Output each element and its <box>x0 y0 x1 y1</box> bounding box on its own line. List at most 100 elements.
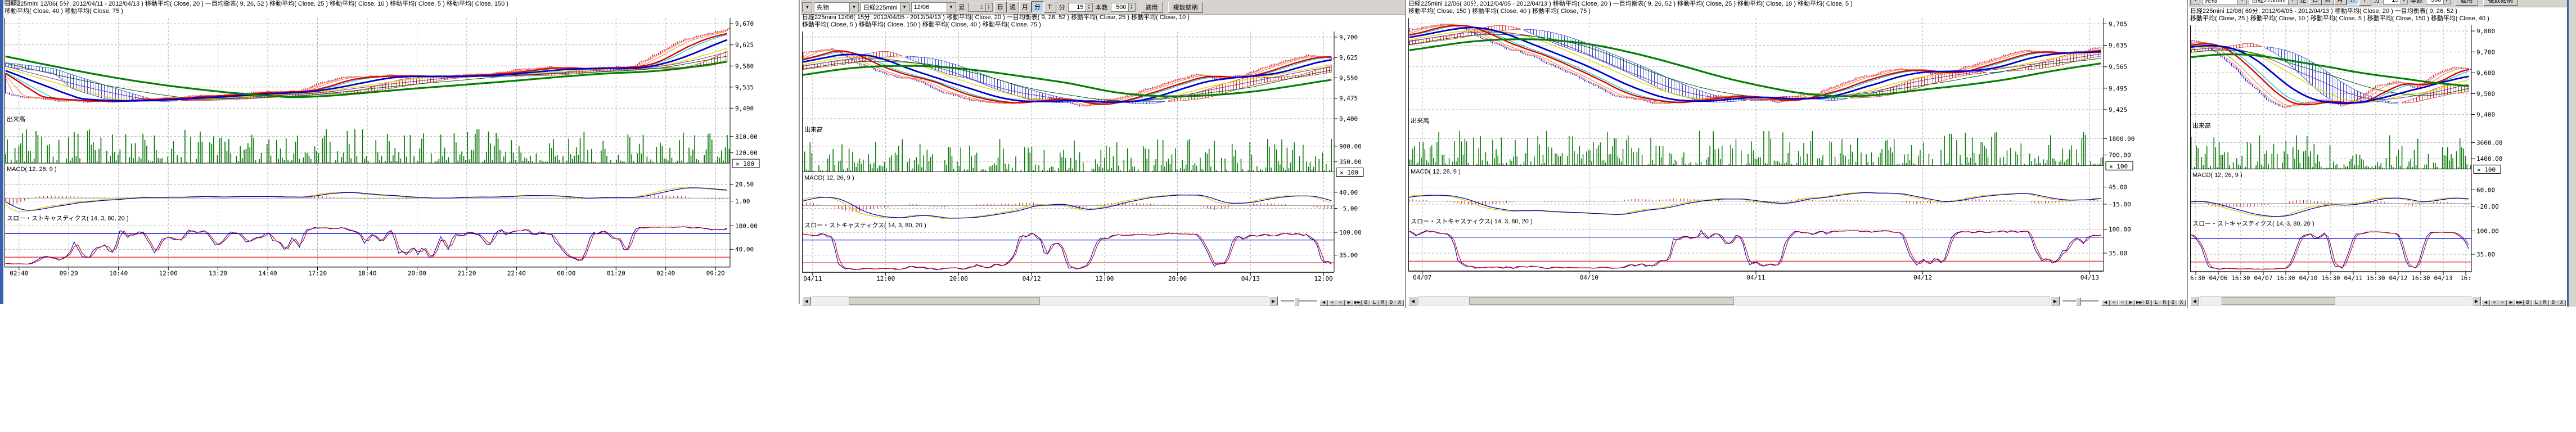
scroll-left-button[interactable]: ◀ <box>2190 296 2199 305</box>
nav-button[interactable]: D <box>2524 300 2532 306</box>
chevron-down-icon[interactable]: ▼ <box>900 3 909 12</box>
nav-button[interactable]: X <box>1395 300 1404 306</box>
chart-canvas[interactable]: 9,7009,6259,5509,4759,400900.00350.0040.… <box>802 30 1404 295</box>
nav-button[interactable]: X <box>2177 300 2186 306</box>
minute-spinner[interactable]: 15▲▼ <box>1068 3 1093 12</box>
preset-combo[interactable]: ▼ <box>2190 0 2200 5</box>
scroll-right-button[interactable]: ▶ <box>2051 296 2060 305</box>
multi-symbol-button[interactable]: 複数銘柄 <box>1168 2 1203 13</box>
nav-button[interactable]: Q <box>1387 300 1395 306</box>
chart-plot-area[interactable]: 9,7059,6359,5659,4959,4251800.00700.0045… <box>1408 17 2186 295</box>
bar-count-spinner[interactable]: 500▲▼ <box>2426 0 2451 4</box>
price-axis-label: 9,425 <box>2109 106 2127 114</box>
nav-button[interactable]: − <box>2118 300 2127 306</box>
nav-button[interactable]: − <box>1336 300 1345 306</box>
spinner-icon[interactable]: ▲▼ <box>1128 3 1135 11</box>
nav-button[interactable]: R <box>2541 300 2549 306</box>
x-axis-label: 04/07 <box>2254 274 2272 282</box>
ma60-line <box>1409 30 2101 100</box>
interval-button[interactable]: 日 <box>2309 0 2322 5</box>
interval-button[interactable]: 日 <box>994 1 1007 12</box>
nav-button[interactable]: X <box>2557 300 2566 306</box>
nav-button[interactable]: D <box>1362 300 1370 306</box>
scrollbar-thumb[interactable] <box>2222 297 2335 305</box>
interval-button[interactable]: 月 <box>2334 0 2347 5</box>
interval-button[interactable]: 週 <box>1007 1 1019 12</box>
minute-spinner[interactable]: 15▲▼ <box>2383 0 2408 4</box>
category-combo[interactable]: 先物▼ <box>814 2 859 12</box>
symbol-combo[interactable]: 日経225mini▼ <box>2249 0 2298 5</box>
nav-button[interactable]: + <box>2490 300 2498 306</box>
interval-button[interactable]: 分 <box>1032 1 1044 12</box>
scroll-right-button[interactable]: ▶ <box>1269 296 1278 305</box>
chevron-down-icon[interactable]: ▼ <box>2237 0 2246 4</box>
nav-button[interactable]: ▶▶ <box>1353 300 1362 306</box>
desktop: 日経225mini 12/06( 5分, 2012/04/11 - 2012/0… <box>0 0 2576 432</box>
apply-button[interactable]: 適用 <box>1141 2 1163 13</box>
nav-button[interactable]: ▶ <box>1345 300 1353 306</box>
scroll-left-button[interactable]: ◀ <box>1408 296 1417 305</box>
x-axis-label: 04/12 <box>1023 275 1041 282</box>
scroll-right-button[interactable]: ▶ <box>2472 296 2481 305</box>
nav-button[interactable]: Q <box>2549 300 2557 306</box>
scroll-left-button[interactable]: ◀ <box>802 296 811 305</box>
symbol-combo[interactable]: 日経225mini▼ <box>861 2 909 12</box>
zoom-slider[interactable] <box>2062 296 2098 305</box>
interval-button[interactable]: 週 <box>2322 0 2334 5</box>
scrollbar-thumb[interactable] <box>1469 297 1734 305</box>
zoom-slider[interactable] <box>1281 296 1317 305</box>
nav-button[interactable]: ▶ <box>2507 300 2515 306</box>
chevron-down-icon[interactable]: ▼ <box>849 3 858 12</box>
slider-thumb[interactable] <box>1294 298 1299 305</box>
day-count-spinner[interactable]: 1▲▼ <box>968 3 993 12</box>
apply-button[interactable]: 適用 <box>2456 0 2478 6</box>
nav-button[interactable]: ◀ <box>2482 300 2490 306</box>
chevron-down-icon[interactable]: ▼ <box>2288 0 2297 4</box>
chart-canvas[interactable]: 9,6709,6259,5809,5359,490310.00120.0020.… <box>4 17 798 290</box>
nav-button[interactable]: L <box>2152 300 2160 306</box>
contract-combo[interactable]: 12/06▼ <box>911 2 956 12</box>
chevron-down-icon[interactable]: ▼ <box>2191 0 2200 4</box>
nav-button[interactable]: R <box>2160 300 2169 306</box>
bar-count-spinner[interactable]: 500▲▼ <box>1111 3 1136 12</box>
chart-canvas[interactable]: 9,7059,6359,5659,4959,4251800.00700.0045… <box>1408 17 2186 295</box>
nav-button[interactable]: L <box>1370 300 1379 306</box>
nav-button[interactable]: − <box>2498 300 2507 306</box>
interval-button[interactable]: 月 <box>1019 1 1032 12</box>
chart-plot-area[interactable]: 9,6709,6259,5809,5359,490310.00120.0020.… <box>4 17 798 290</box>
chart-canvas[interactable]: 9,8009,7009,6009,5009,4003600.001400.006… <box>2190 24 2566 295</box>
chart-plot-area[interactable]: 9,7009,6259,5509,4759,400900.00350.0040.… <box>802 30 1404 295</box>
stoch-d-line <box>1409 231 2101 268</box>
scrollbar-track[interactable] <box>812 296 1268 305</box>
category-combo[interactable]: 先物▼ <box>2202 0 2247 5</box>
nav-button[interactable]: ▶ <box>2127 300 2135 306</box>
nav-button[interactable]: Q <box>2169 300 2177 306</box>
multi-symbol-button[interactable]: 複数銘柄 <box>2483 0 2518 6</box>
price-axis-label: 9,500 <box>2476 91 2495 98</box>
nav-button[interactable]: + <box>1328 300 1336 306</box>
interval-button[interactable]: 分 <box>2347 0 2359 5</box>
nav-button[interactable]: L <box>2532 300 2541 306</box>
nav-button[interactable]: R <box>1379 300 1387 306</box>
nav-button[interactable]: + <box>2110 300 2118 306</box>
nav-button[interactable]: ▶▶ <box>2135 300 2143 306</box>
interval-button[interactable]: T <box>2359 0 2371 6</box>
slider-thumb[interactable] <box>2076 298 2081 305</box>
nav-button[interactable]: D <box>2143 300 2152 306</box>
scrollbar-thumb[interactable] <box>849 297 1040 305</box>
nav-button[interactable]: ◀ <box>1319 300 1328 306</box>
scrollbar-track[interactable] <box>2200 296 2471 305</box>
nav-button[interactable]: ◀ <box>2101 300 2110 306</box>
spinner-icon[interactable]: ▲▼ <box>2443 0 2450 4</box>
spinner-icon[interactable]: ▲▼ <box>2401 0 2407 4</box>
chevron-down-icon[interactable]: ▼ <box>803 3 812 12</box>
spinner-icon[interactable]: ▲▼ <box>985 3 992 11</box>
preset-combo[interactable]: ▼ <box>802 2 812 12</box>
spinner-icon[interactable]: ▲▼ <box>1086 3 1092 11</box>
nav-button[interactable]: ▶▶ <box>2515 300 2524 306</box>
chart-title-line2: 移動平均( Close, 40 ) 移動平均( Close, 75 ) <box>4 8 798 15</box>
interval-button[interactable]: T <box>1044 2 1056 13</box>
chevron-down-icon[interactable]: ▼ <box>947 3 956 12</box>
chart-plot-area[interactable]: 9,8009,7009,6009,5009,4003600.001400.006… <box>2190 24 2566 295</box>
scrollbar-track[interactable] <box>1418 296 2050 305</box>
